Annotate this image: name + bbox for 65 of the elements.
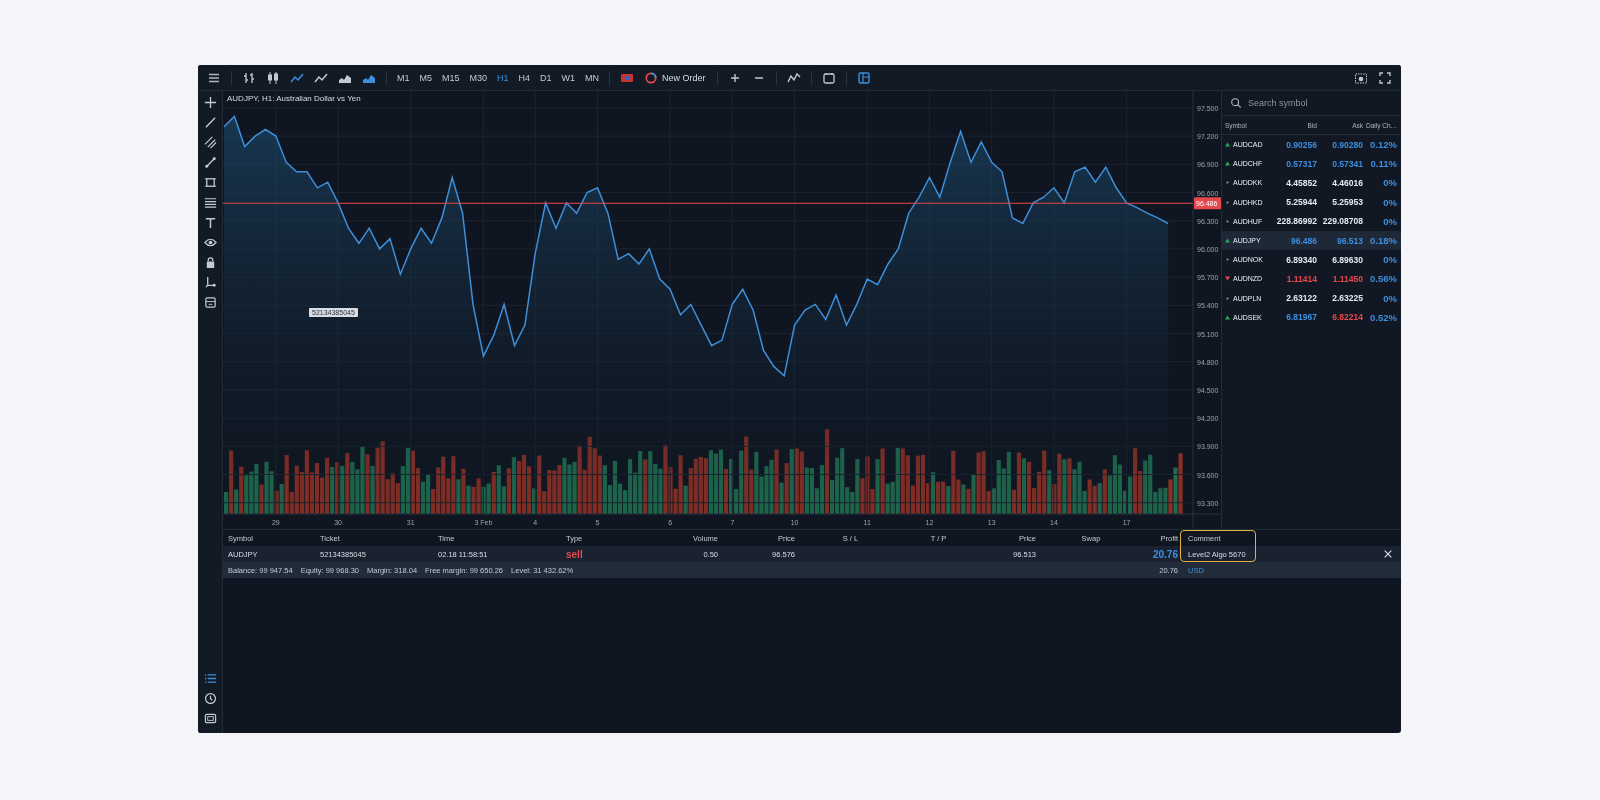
ask-price: 0.57341 (1332, 158, 1363, 169)
timeframe-tab[interactable]: M1 (394, 70, 413, 85)
branch-icon[interactable] (203, 276, 217, 289)
timeframe-tab[interactable]: M30 (466, 70, 491, 85)
parallel-lines-icon[interactable] (203, 136, 217, 149)
text-tool-icon[interactable] (203, 216, 217, 229)
daily-change: 0.52% (1370, 311, 1397, 323)
indicator-icon[interactable] (786, 70, 801, 85)
layout-icon[interactable] (856, 70, 871, 85)
ray-icon[interactable] (203, 156, 217, 169)
bid-price: 6.89340 (1286, 254, 1317, 265)
timeframe-tab[interactable]: W1 (558, 70, 579, 85)
bid-price: 4.45852 (1286, 177, 1317, 188)
daily-change: 0.11% (1370, 158, 1397, 170)
bid-price: 96.486 (1291, 235, 1317, 246)
daily-change: 0% (1383, 215, 1397, 227)
candles-chart-icon[interactable] (266, 70, 280, 85)
ask-price: 0.90280 (1332, 139, 1363, 150)
new-order-button[interactable]: New Order (641, 69, 710, 86)
history-icon[interactable] (203, 692, 217, 705)
bid-price: 6.81967 (1286, 312, 1317, 323)
chart-title: AUDJPY, H1: Australian Dollar vs Yen (227, 94, 361, 103)
line-tool-icon[interactable] (203, 116, 217, 129)
ask-price: 96.513 (1337, 235, 1363, 246)
table-cell: 20.76 (1152, 548, 1178, 560)
list-icon[interactable] (203, 672, 217, 685)
timeframe-tab[interactable]: M15 (439, 70, 463, 85)
daily-change: 0.18% (1370, 235, 1397, 247)
ask-price: 5.25953 (1332, 197, 1363, 208)
ask-price: 6.89630 (1332, 254, 1363, 265)
daily-change: 0.12% (1370, 139, 1397, 151)
ask-price: 1.11450 (1332, 273, 1363, 284)
timeframe-tab[interactable]: M5 (416, 70, 436, 85)
ask-price: 6.82214 (1332, 312, 1363, 323)
daily-change: 0% (1383, 196, 1397, 208)
levels-icon[interactable] (203, 196, 217, 209)
daily-change: 0% (1383, 292, 1397, 304)
eye-icon[interactable] (203, 236, 217, 249)
bid-price: 0.90256 (1286, 139, 1317, 150)
bid-price: 5.25944 (1286, 197, 1317, 208)
daily-change: 0% (1383, 254, 1397, 266)
daily-change: 0.56% (1370, 273, 1397, 285)
table-cell: sell (566, 548, 583, 560)
daily-change: 0% (1383, 177, 1397, 189)
timeframe-tab[interactable]: D1 (537, 70, 555, 85)
bid-price: 228.86992 (1276, 216, 1317, 227)
bars-chart-icon[interactable] (242, 70, 256, 85)
timeframe-tab[interactable]: H4 (515, 70, 534, 85)
close-icon[interactable] (1383, 549, 1393, 559)
ask-price: 229.08708 (1322, 216, 1363, 227)
fullscreen-icon[interactable] (1378, 70, 1392, 85)
frame-icon[interactable] (203, 712, 217, 725)
search-field[interactable]: Search symbol (1248, 96, 1378, 110)
bid-price: 2.63122 (1286, 293, 1317, 304)
timeframe-tab[interactable]: MN (582, 70, 603, 85)
search-icon (1230, 97, 1242, 109)
timeframe-tab[interactable]: H1 (494, 70, 512, 85)
camera-icon[interactable] (1354, 70, 1368, 85)
bid-price: 0.57317 (1286, 158, 1317, 169)
ask-price: 4.46016 (1332, 177, 1363, 188)
rectangle-tool-icon[interactable] (203, 176, 217, 189)
ask-price: 2.63225 (1332, 293, 1363, 304)
calendar-icon[interactable] (821, 70, 836, 85)
crosshair-icon[interactable] (203, 96, 217, 109)
bid-price: 1.11414 (1286, 273, 1317, 284)
